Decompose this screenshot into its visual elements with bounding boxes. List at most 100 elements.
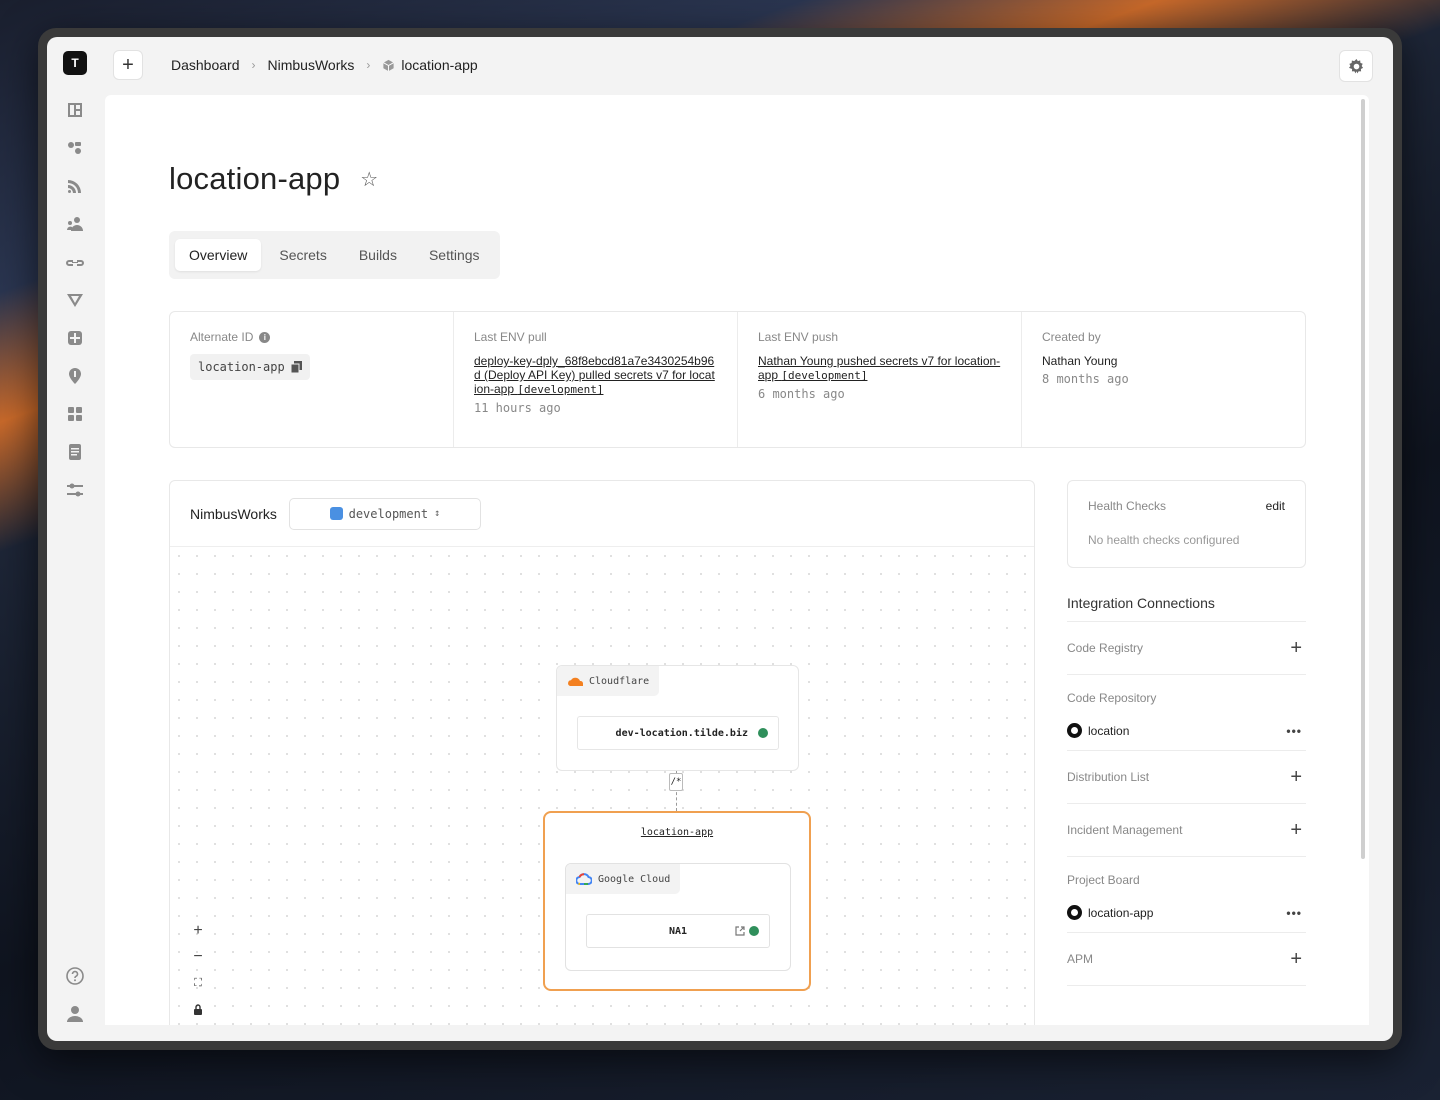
- environment-select[interactable]: development ↕: [288, 497, 481, 530]
- alternate-id-chip[interactable]: location-app: [190, 354, 310, 380]
- project-board-item[interactable]: location-app •••: [1067, 905, 1306, 920]
- zoom-out-icon[interactable]: −: [188, 948, 208, 965]
- chevron-right-icon: ›: [251, 58, 256, 72]
- last-pull-label: Last ENV pull: [474, 330, 547, 344]
- created-by-name: Nathan Young: [1042, 354, 1118, 368]
- code-repository-item-left: location: [1067, 723, 1129, 738]
- chevron-right-icon: ›: [366, 58, 371, 72]
- cloudflare-label: Cloudflare: [589, 675, 650, 687]
- created-by-cell: Created by Nathan Young 8 months ago: [1022, 312, 1305, 447]
- breadcrumb-org[interactable]: NimbusWorks: [268, 57, 355, 73]
- breadcrumb-app-label: location-app: [401, 57, 478, 73]
- last-pull-link[interactable]: deploy-key-dply_68f8ebcd81a7e3430254b96d…: [474, 354, 717, 397]
- external-link-icon[interactable]: [735, 926, 745, 936]
- cube-icon: [383, 59, 395, 71]
- app-node-link[interactable]: location-app: [545, 827, 809, 838]
- document-icon[interactable]: [64, 441, 86, 463]
- breadcrumb-app[interactable]: location-app: [382, 57, 478, 73]
- google-cloud-icon: [576, 873, 592, 885]
- cloudflare-tag: Cloudflare: [557, 666, 660, 696]
- code-repository-label: Code Repository: [1067, 691, 1157, 705]
- sidebar-bottom: [64, 957, 86, 1033]
- github-icon: [1067, 905, 1082, 920]
- location-pin-icon[interactable]: [64, 365, 86, 387]
- health-empty-text: No health checks configured: [1088, 533, 1240, 547]
- environments-icon[interactable]: [64, 137, 86, 159]
- tab-settings[interactable]: Settings: [415, 239, 494, 271]
- grid-icon[interactable]: [64, 403, 86, 425]
- domain-text: dev-location.tilde.biz: [615, 727, 748, 739]
- zoom-in-icon[interactable]: +: [188, 922, 208, 939]
- last-push-label: Last ENV push: [758, 330, 839, 344]
- topology-canvas[interactable]: Cloudflare dev-location.tilde.biz /* loc…: [170, 547, 1034, 1025]
- breadcrumb-dashboard[interactable]: Dashboard: [171, 57, 240, 73]
- team-icon[interactable]: [64, 213, 86, 235]
- github-icon: [1067, 723, 1082, 738]
- alternate-id-label: Alternate ID i: [190, 330, 433, 344]
- feeds-icon[interactable]: [64, 175, 86, 197]
- integration-connections: Integration Connections Code Registry + …: [1067, 595, 1306, 986]
- health-edit-link[interactable]: edit: [1266, 499, 1285, 513]
- page-title: location-app: [169, 161, 341, 196]
- extensions-icon[interactable]: [64, 327, 86, 349]
- add-incident-management-icon[interactable]: +: [1290, 819, 1302, 842]
- cloudflare-node[interactable]: Cloudflare dev-location.tilde.biz: [556, 665, 799, 771]
- project-board-label: Project Board: [1067, 873, 1140, 887]
- last-pull-time: 11 hours ago: [474, 401, 561, 415]
- code-repository-name: location: [1088, 723, 1130, 738]
- tab-overview[interactable]: Overview: [175, 239, 262, 271]
- dashboard-icon[interactable]: [64, 99, 86, 121]
- last-push-time: 6 months ago: [758, 387, 845, 401]
- integration-distribution-list: Distribution List +: [1067, 751, 1306, 804]
- add-apm-icon[interactable]: +: [1290, 948, 1302, 971]
- fit-view-icon[interactable]: ⛶: [188, 975, 208, 991]
- code-registry-label: Code Registry: [1067, 641, 1144, 655]
- route-badge[interactable]: /*: [669, 773, 683, 791]
- org-name: NimbusWorks: [190, 505, 277, 522]
- settings-button[interactable]: [1339, 50, 1373, 82]
- cloudflare-icon: [568, 677, 583, 686]
- user-icon[interactable]: [64, 1003, 86, 1025]
- link-icon[interactable]: [64, 251, 86, 273]
- vercel-icon[interactable]: [64, 289, 86, 311]
- app-logo[interactable]: T: [63, 51, 87, 75]
- add-distribution-list-icon[interactable]: +: [1290, 766, 1302, 789]
- add-code-registry-icon[interactable]: +: [1290, 637, 1302, 660]
- integration-incident-management: Incident Management +: [1067, 804, 1306, 857]
- domain-item[interactable]: dev-location.tilde.biz: [577, 716, 779, 750]
- region-icons: [735, 926, 759, 936]
- breadcrumb: Dashboard › NimbusWorks › location-app: [171, 57, 478, 73]
- info-icon[interactable]: i: [259, 331, 271, 343]
- app-node[interactable]: location-app Google Cloud NA1: [543, 811, 811, 991]
- lock-icon[interactable]: [188, 1001, 208, 1017]
- new-button[interactable]: +: [113, 50, 143, 80]
- star-icon[interactable]: ☆: [360, 167, 378, 192]
- code-repository-item[interactable]: location •••: [1067, 723, 1306, 738]
- apm-label: APM: [1067, 952, 1094, 966]
- copy-icon[interactable]: [290, 361, 302, 373]
- topbar: + Dashboard › NimbusWorks › location-app: [103, 37, 1393, 93]
- tab-builds[interactable]: Builds: [345, 239, 411, 271]
- gcloud-tag: Google Cloud: [566, 864, 681, 894]
- tab-bar: Overview Secrets Builds Settings: [169, 231, 500, 279]
- gcloud-node[interactable]: Google Cloud NA1: [565, 863, 791, 971]
- scrollbar[interactable]: [1361, 99, 1365, 859]
- environment-value: development: [348, 506, 429, 521]
- integration-project-board: Project Board location-app •••: [1067, 857, 1306, 933]
- more-options-icon[interactable]: •••: [1286, 724, 1302, 738]
- last-push-env: [development]: [781, 369, 868, 382]
- health-checks-title: Health Checks: [1088, 499, 1167, 513]
- health-checks-card: Health Checks edit No health checks conf…: [1067, 480, 1306, 568]
- sliders-icon[interactable]: [64, 479, 86, 501]
- main-panel: location-app ☆ Overview Secrets Builds S…: [105, 95, 1369, 1025]
- project-board-item-left: location-app: [1067, 905, 1153, 920]
- region-item[interactable]: NA1: [586, 914, 770, 948]
- distribution-list-label: Distribution List: [1067, 770, 1150, 784]
- tab-secrets[interactable]: Secrets: [265, 239, 340, 271]
- last-push-link[interactable]: Nathan Young pushed secrets v7 for locat…: [758, 354, 1001, 383]
- help-icon[interactable]: [64, 965, 86, 987]
- integrations-title: Integration Connections: [1067, 595, 1306, 622]
- integration-code-registry: Code Registry +: [1067, 622, 1306, 675]
- sidebar: T: [47, 37, 103, 1041]
- more-options-icon[interactable]: •••: [1286, 906, 1302, 920]
